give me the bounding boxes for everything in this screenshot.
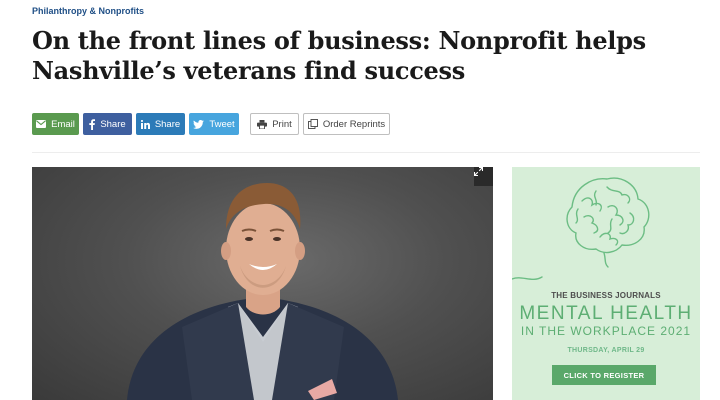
facebook-icon xyxy=(89,118,96,130)
article-headline: On the front lines of business: Nonprofi… xyxy=(32,26,646,85)
twitter-share-button[interactable]: Tweet xyxy=(189,113,239,135)
register-button[interactable]: CLICK TO REGISTER xyxy=(552,365,656,385)
print-button[interactable]: Print xyxy=(250,113,299,135)
email-share-label: Email xyxy=(51,118,75,130)
printer-icon xyxy=(257,119,268,129)
brain-icon xyxy=(512,177,650,280)
ad-title: MENTAL HEALTH xyxy=(519,303,693,324)
ad-brand: THE BUSINESS JOURNALS xyxy=(551,291,661,300)
category-link[interactable]: Philanthropy & Nonprofits xyxy=(32,6,144,16)
linkedin-share-label: Share xyxy=(154,118,181,130)
ad-date: THURSDAY, APRIL 29 xyxy=(567,347,645,354)
share-toolbar: Email Share Share Tweet Print Order Repr… xyxy=(32,113,394,135)
order-reprints-label: Order Reprints xyxy=(322,118,386,130)
facebook-share-label: Share xyxy=(100,118,126,130)
portrait-illustration xyxy=(127,183,398,400)
article-photo xyxy=(32,167,493,400)
reprints-icon xyxy=(307,119,318,129)
section-divider xyxy=(32,152,700,153)
facebook-share-button[interactable]: Share xyxy=(83,113,132,135)
print-label: Print xyxy=(272,118,292,130)
order-reprints-button[interactable]: Order Reprints xyxy=(303,113,390,135)
linkedin-share-button[interactable]: Share xyxy=(136,113,185,135)
email-share-button[interactable]: Email xyxy=(32,113,79,135)
expand-photo-button[interactable] xyxy=(474,167,493,186)
twitter-icon xyxy=(193,119,205,129)
linkedin-icon xyxy=(140,119,150,129)
twitter-share-label: Tweet xyxy=(209,118,235,130)
ad-subtitle: IN THE WORKPLACE 2021 xyxy=(520,324,692,338)
advertisement-panel[interactable]: THE BUSINESS JOURNALS MENTAL HEALTH IN T… xyxy=(512,167,700,400)
envelope-icon xyxy=(36,120,47,128)
